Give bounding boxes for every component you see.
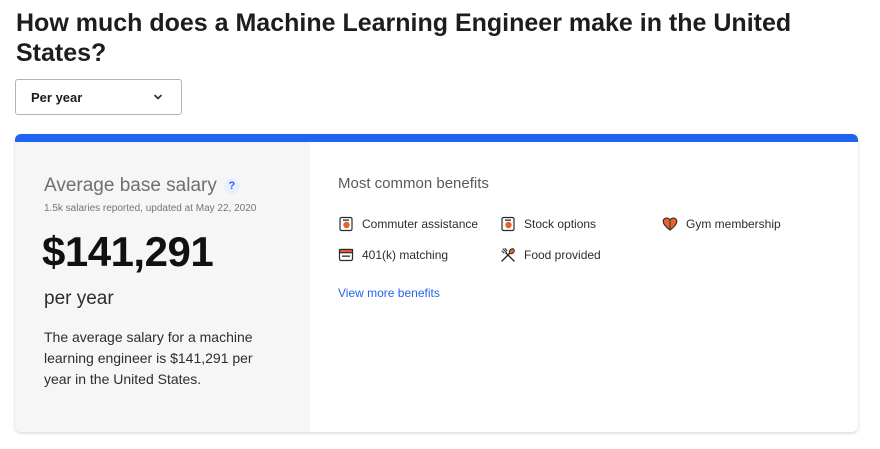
benefit-stock-options: Stock options (500, 216, 596, 232)
average-salary-heading-label: Average base salary (44, 175, 217, 196)
benefit-label: Commuter assistance (362, 217, 479, 231)
stock-options-icon (501, 216, 515, 232)
salary-amount: $141,291 (42, 228, 214, 275)
benefit-401k-matching: 401(k) matching (338, 247, 448, 263)
benefit-label: Gym membership (686, 217, 781, 231)
help-icon[interactable]: ? (223, 178, 240, 194)
commuter-icon (339, 216, 353, 232)
benefit-commuter-assistance: Commuter assistance (338, 216, 478, 232)
salary-summary-panel: Average base salary ? 1.5k salaries repo… (15, 142, 310, 432)
benefit-label: 401(k) matching (362, 248, 449, 262)
salary-meta: 1.5k salaries reported, updated at May 2… (44, 203, 257, 214)
benefit-gym-membership: Gym membership (662, 216, 781, 232)
salary-period: per year (44, 288, 114, 309)
period-dropdown[interactable]: Per year (15, 79, 182, 115)
chevron-down-icon (154, 94, 162, 100)
benefit-label: Stock options (524, 217, 597, 231)
benefits-heading: Most common benefits (338, 175, 489, 192)
page-title: How much does a Machine Learning Enginee… (16, 9, 792, 67)
view-more-benefits-link[interactable]: View more benefits (338, 286, 440, 300)
salary-card: Average base salary ? 1.5k salaries repo… (15, 134, 858, 432)
401k-icon (338, 248, 354, 262)
utensils-icon (501, 247, 515, 262)
salary-description: The average salary for a machine learnin… (44, 329, 253, 387)
benefit-food-provided: Food provided (500, 247, 601, 263)
period-dropdown-value: Per year (31, 89, 83, 105)
benefit-label: Food provided (524, 248, 601, 262)
benefits-panel: Most common benefits Commuter assistance… (310, 142, 858, 432)
gym-heart-icon (662, 217, 678, 231)
average-salary-heading: Average base salary ? (44, 175, 240, 197)
